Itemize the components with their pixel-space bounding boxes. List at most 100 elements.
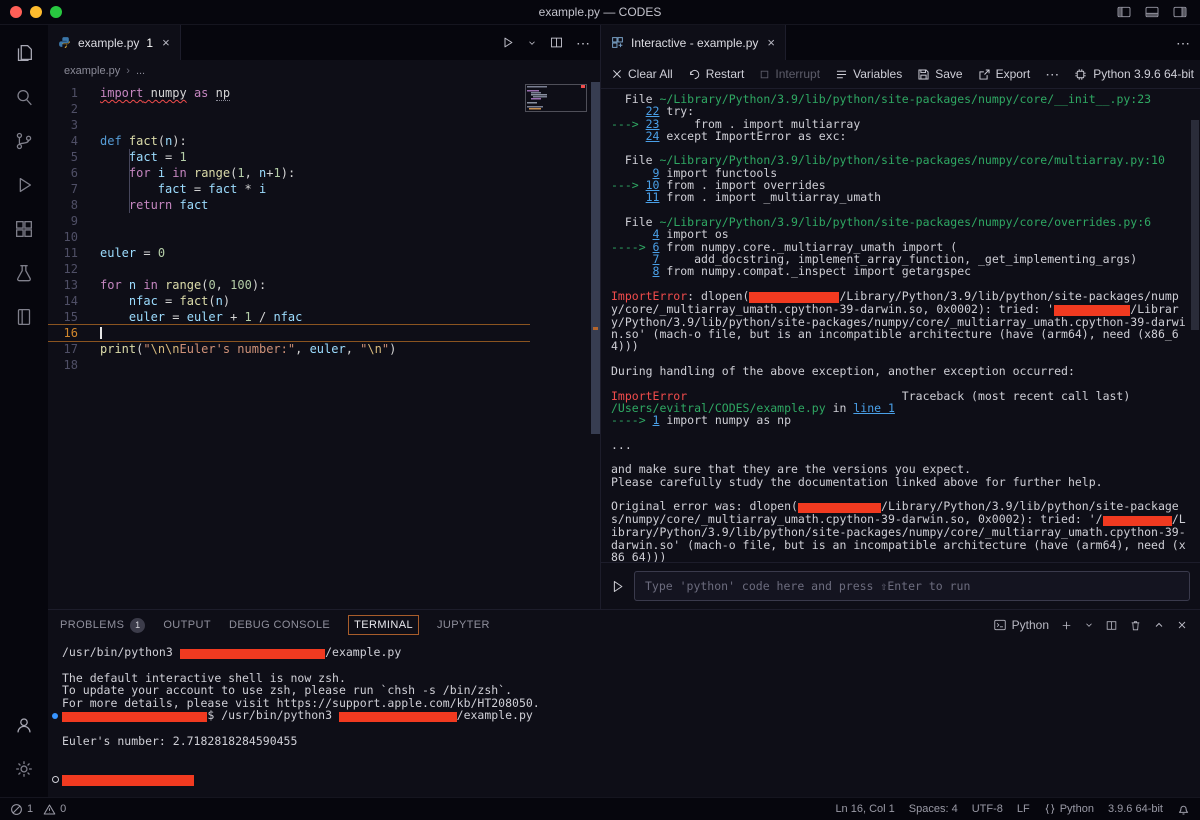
interactive-toolbar: Clear All Restart Interrupt Variables Sa…: [601, 60, 1200, 89]
breadcrumb-separator-icon: ›: [126, 65, 130, 77]
panel-actions: Python: [993, 618, 1188, 632]
editor-groups: example.py 1 × ⋯ example.py: [48, 25, 1200, 609]
breadcrumb-symbol[interactable]: ...: [136, 65, 145, 77]
close-tab-icon[interactable]: ×: [162, 35, 170, 50]
tab-example-py[interactable]: example.py 1 ×: [48, 25, 181, 60]
code-line: 2: [48, 101, 600, 117]
language-mode[interactable]: Python: [1044, 803, 1094, 815]
encoding[interactable]: UTF-8: [972, 803, 1003, 815]
tab-debug-console[interactable]: DEBUG CONSOLE: [229, 619, 330, 631]
close-window-button[interactable]: [10, 6, 22, 18]
kernel-icon: [1074, 68, 1087, 81]
line-number: 17: [48, 341, 100, 357]
editor-actions-left: ⋯: [500, 25, 600, 60]
tab-output[interactable]: OUTPUT: [163, 619, 211, 631]
interactive-console-output[interactable]: File ~/Library/Python/3.9/lib/python/sit…: [601, 89, 1200, 562]
clear-all-button[interactable]: Clear All: [611, 67, 673, 81]
settings-gear-icon[interactable]: [0, 747, 48, 791]
console-scrollbar[interactable]: [1191, 120, 1199, 330]
title-bar: example.py — CODES: [0, 0, 1200, 25]
extensions-icon[interactable]: [0, 207, 48, 251]
minimap-slider[interactable]: [525, 84, 587, 112]
toggle-sidebar-right-icon[interactable]: [1172, 4, 1188, 20]
terminal-line: [62, 760, 1192, 773]
interrupt-button[interactable]: Interrupt: [759, 67, 820, 81]
toolbar-more-icon[interactable]: ⋯: [1045, 67, 1059, 81]
terminal-profile[interactable]: Python: [993, 618, 1049, 632]
close-panel-icon[interactable]: [1176, 619, 1188, 631]
code-line: 3: [48, 117, 600, 133]
source-control-icon[interactable]: [0, 119, 48, 163]
cursor-position[interactable]: Ln 16, Col 1: [835, 803, 894, 815]
code-editor[interactable]: 1import numpy as np234def fact(n):5 fact…: [48, 82, 600, 609]
eol-sequence[interactable]: LF: [1017, 803, 1030, 815]
layout-controls: [1116, 4, 1200, 20]
line-number: 7: [48, 181, 100, 197]
split-terminal-icon[interactable]: [1105, 619, 1118, 632]
minimize-window-button[interactable]: [30, 6, 42, 18]
more-actions-icon[interactable]: ⋯: [576, 36, 590, 50]
console-input[interactable]: [634, 571, 1190, 601]
kernel-selector[interactable]: Python 3.9.6 64-bit: [1074, 67, 1194, 81]
toggle-sidebar-left-icon[interactable]: [1116, 4, 1132, 20]
console-line: 24 except ImportError as exc:: [611, 130, 1190, 142]
toggle-panel-icon[interactable]: [1144, 4, 1160, 20]
tab-problems[interactable]: PROBLEMS1: [60, 618, 145, 633]
minimap[interactable]: [525, 84, 587, 112]
zoom-window-button[interactable]: [50, 6, 62, 18]
console-line: Original error was: dlopen(/Library/Pyth…: [611, 500, 1190, 562]
python-interpreter[interactable]: 3.9.6 64-bit: [1108, 803, 1163, 815]
split-editor-icon[interactable]: [549, 35, 564, 50]
code-text: euler = 0: [100, 245, 165, 261]
close-tab-icon[interactable]: ×: [767, 35, 775, 50]
restart-icon: [688, 68, 701, 81]
status-bar: 1 0 Ln 16, Col 1 Spaces: 4 UTF-8 LF Pyth…: [0, 797, 1200, 820]
more-actions-icon[interactable]: ⋯: [1176, 36, 1190, 50]
search-icon[interactable]: [0, 75, 48, 119]
problems-status[interactable]: 1 0: [10, 803, 66, 816]
line-number: 2: [48, 101, 100, 117]
tab-jupyter[interactable]: JUPYTER: [437, 619, 490, 631]
new-terminal-icon[interactable]: [1060, 619, 1073, 632]
explorer-icon[interactable]: [0, 31, 48, 75]
code-line: 18: [48, 357, 600, 373]
jupyter-notebook-icon[interactable]: [0, 295, 48, 339]
status-bar-right: Ln 16, Col 1 Spaces: 4 UTF-8 LF Python 3…: [835, 803, 1190, 816]
maximize-panel-icon[interactable]: [1153, 619, 1165, 631]
command-success-marker: [52, 713, 58, 719]
tab-interactive[interactable]: Interactive - example.py ×: [601, 25, 786, 60]
code-line: 8 return fact: [48, 197, 600, 213]
save-button[interactable]: Save: [917, 67, 962, 81]
variables-button[interactable]: Variables: [835, 67, 902, 81]
interactive-window-icon: [611, 36, 624, 49]
testing-icon[interactable]: [0, 251, 48, 295]
restart-button[interactable]: Restart: [688, 67, 745, 81]
tab-terminal[interactable]: TERMINAL: [348, 615, 419, 635]
indentation[interactable]: Spaces: 4: [909, 803, 958, 815]
window-title: example.py — CODES: [0, 5, 1200, 19]
code-text: fact = 1: [100, 149, 187, 165]
terminal-icon: [993, 618, 1007, 632]
terminal-line: [62, 773, 1192, 786]
run-and-debug-icon[interactable]: [0, 163, 48, 207]
notifications-bell-icon[interactable]: [1177, 803, 1190, 816]
line-number: 12: [48, 261, 100, 277]
run-file-icon[interactable]: [500, 35, 515, 50]
line-number: 18: [48, 357, 100, 373]
accounts-icon[interactable]: [0, 703, 48, 747]
overview-ruler-mark: [593, 327, 598, 330]
breadcrumb-file[interactable]: example.py: [64, 65, 120, 77]
editor-actions-right: ⋯: [1176, 25, 1200, 60]
python-file-icon: [58, 36, 71, 49]
indent-guide: [129, 149, 130, 213]
editor-scrollbar[interactable]: [591, 82, 600, 434]
warning-icon: [43, 803, 56, 816]
export-button[interactable]: Export: [978, 67, 1031, 81]
run-cell-icon[interactable]: [610, 579, 625, 594]
kill-terminal-icon[interactable]: [1129, 619, 1142, 632]
braces-icon: [1044, 803, 1056, 815]
terminal-output[interactable]: /usr/bin/python3 /example.py The default…: [48, 640, 1200, 800]
run-dropdown-chevron-icon[interactable]: [527, 38, 537, 48]
terminal-dropdown-chevron-icon[interactable]: [1084, 620, 1094, 630]
problems-count-badge: 1: [130, 618, 145, 633]
